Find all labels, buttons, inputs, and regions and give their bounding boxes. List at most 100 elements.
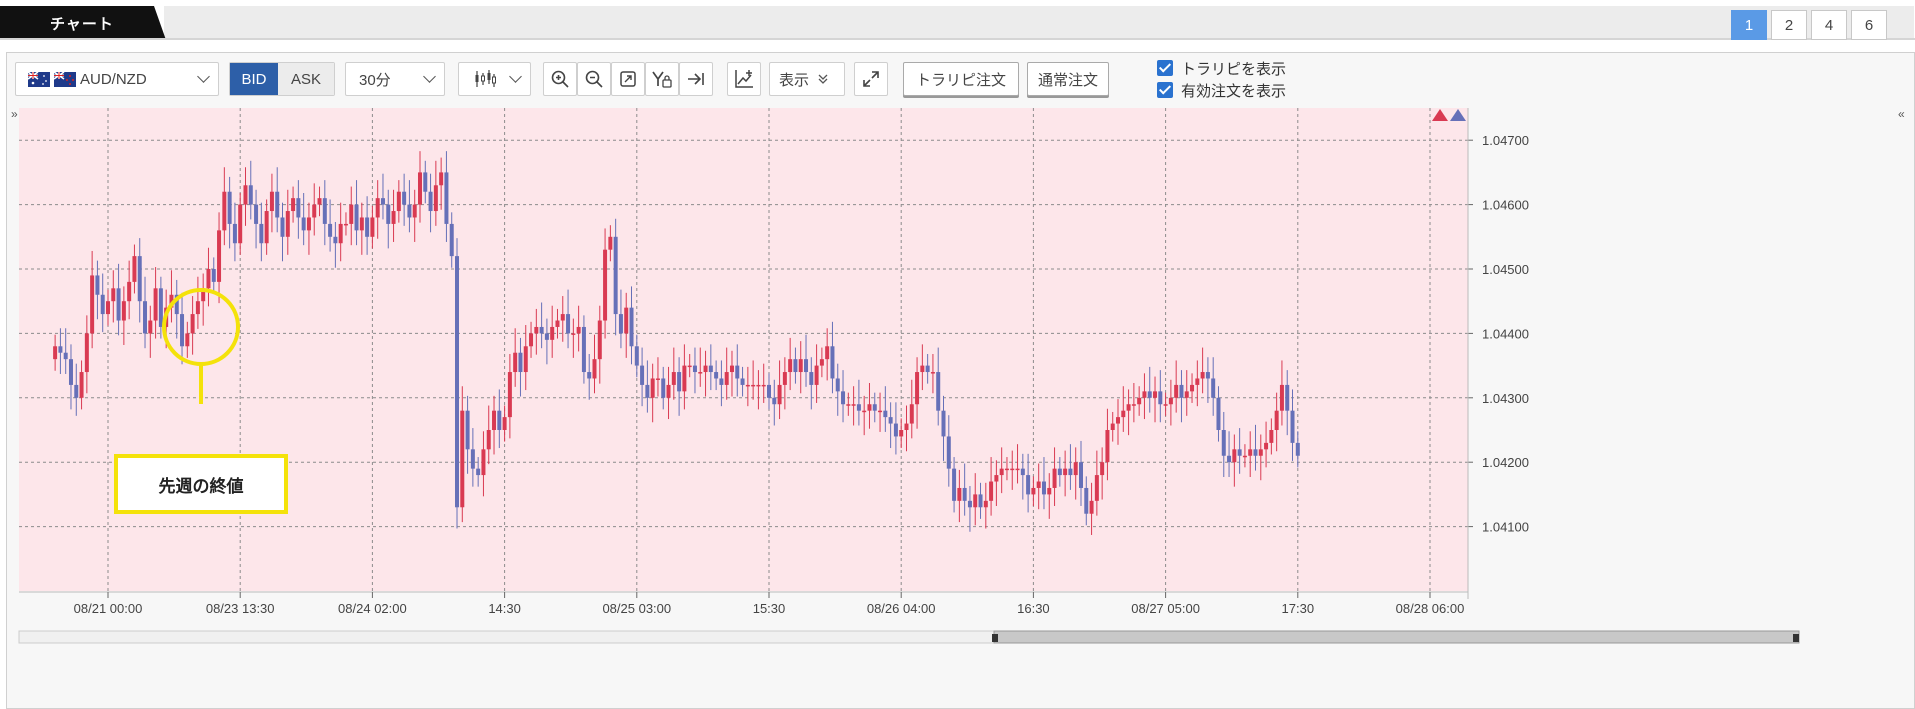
candle-body bbox=[264, 211, 269, 244]
candle-body bbox=[254, 204, 259, 224]
candle-body bbox=[677, 372, 682, 392]
candle-body bbox=[354, 204, 359, 231]
candle-body bbox=[322, 198, 327, 224]
candle-body bbox=[724, 372, 729, 385]
candle-body bbox=[1264, 442, 1269, 450]
layout-button-6[interactable]: 6 bbox=[1851, 10, 1887, 40]
candle-body bbox=[121, 301, 126, 321]
candle-body bbox=[132, 256, 137, 282]
candle-body bbox=[920, 365, 925, 373]
candle-body bbox=[841, 391, 846, 405]
candle-body bbox=[227, 191, 232, 224]
display-menu-button[interactable]: 表示 bbox=[769, 62, 845, 96]
candle-body bbox=[148, 320, 153, 334]
candle-body bbox=[502, 417, 507, 430]
indicator-button[interactable] bbox=[727, 62, 761, 96]
zoom-in-button[interactable] bbox=[543, 62, 577, 96]
layout-button-2[interactable]: 2 bbox=[1771, 10, 1807, 40]
candle-body bbox=[930, 372, 935, 374]
candle-body bbox=[793, 359, 798, 373]
candle-body bbox=[883, 410, 888, 418]
normal-order-button[interactable]: 通常注文 bbox=[1027, 62, 1109, 96]
candle-body bbox=[248, 185, 253, 205]
candle-body bbox=[550, 326, 555, 340]
candle-body bbox=[1200, 372, 1205, 379]
candle-body bbox=[95, 275, 100, 295]
candle-body bbox=[767, 384, 771, 398]
candle-body bbox=[1020, 468, 1025, 476]
candle-body bbox=[973, 494, 978, 508]
candle-body bbox=[772, 397, 777, 405]
candle-body bbox=[143, 301, 148, 334]
candle-body bbox=[1227, 455, 1232, 463]
candle-body bbox=[539, 326, 544, 334]
candle-body bbox=[116, 288, 121, 321]
candle-body bbox=[936, 372, 941, 411]
show-active-orders-checkbox[interactable]: 有効注文を表示 bbox=[1157, 81, 1286, 100]
zoom-out-button[interactable] bbox=[577, 62, 611, 96]
candle-body bbox=[655, 378, 660, 380]
y-lock-icon bbox=[652, 71, 672, 88]
candle-body bbox=[417, 172, 422, 205]
candle-body bbox=[1205, 372, 1210, 379]
candle-body bbox=[338, 223, 343, 244]
candle-body bbox=[1026, 475, 1031, 495]
candle-body bbox=[243, 185, 248, 205]
candle-body bbox=[370, 217, 375, 237]
range-scrollbar[interactable] bbox=[18, 630, 1800, 644]
candle-body bbox=[1232, 449, 1237, 463]
candle-body bbox=[862, 410, 867, 413]
symbol-select[interactable]: AUD/NZD bbox=[15, 62, 219, 96]
candle-body bbox=[729, 365, 734, 373]
candle-body bbox=[190, 314, 195, 334]
scroll-right-icon bbox=[688, 73, 704, 85]
scroll-latest-button[interactable] bbox=[679, 62, 713, 96]
candle-body bbox=[343, 223, 348, 226]
candle-body bbox=[708, 365, 713, 373]
candle-body bbox=[158, 288, 163, 327]
candle-body bbox=[1041, 481, 1046, 495]
chart-type-select[interactable] bbox=[458, 62, 531, 96]
candle-body bbox=[1116, 417, 1121, 424]
scrollbar-handle-left bbox=[992, 634, 998, 642]
candle-body bbox=[238, 204, 243, 244]
candle-body bbox=[941, 410, 946, 437]
show-trap-repeat-checkbox[interactable]: トラリピを表示 bbox=[1157, 59, 1286, 78]
layout-button-1[interactable]: 1 bbox=[1731, 10, 1767, 40]
x-tick-label: 16:30 bbox=[1017, 601, 1050, 616]
candle-body bbox=[1221, 430, 1226, 456]
candle-body bbox=[915, 372, 920, 405]
nz-flag-icon bbox=[54, 71, 76, 87]
fit-button[interactable] bbox=[611, 62, 645, 96]
candle-body bbox=[1211, 378, 1216, 398]
x-tick-label: 08/21 00:00 bbox=[74, 601, 143, 616]
candle-body bbox=[492, 410, 497, 430]
layout-button-4[interactable]: 4 bbox=[1811, 10, 1847, 40]
candle-body bbox=[1269, 430, 1274, 443]
candle-body bbox=[523, 346, 528, 373]
candle-body bbox=[867, 404, 872, 411]
y-lock-button[interactable] bbox=[645, 62, 679, 96]
tab-chart[interactable]: チャート bbox=[0, 6, 170, 40]
expand-button[interactable] bbox=[854, 62, 888, 96]
bid-button[interactable]: BID bbox=[230, 63, 278, 95]
candle-body bbox=[217, 230, 222, 282]
candle-body bbox=[301, 217, 306, 231]
ask-button[interactable]: ASK bbox=[278, 63, 334, 95]
candle-body bbox=[1110, 423, 1115, 430]
candle-body bbox=[206, 269, 211, 289]
candle-body bbox=[999, 468, 1004, 476]
candle-body bbox=[576, 326, 581, 334]
trap-repeat-order-button[interactable]: トラリピ注文 bbox=[903, 62, 1019, 96]
interval-select[interactable]: 30分 bbox=[345, 62, 445, 96]
candle-body bbox=[349, 204, 354, 224]
candle-body bbox=[714, 372, 719, 379]
candle-body bbox=[1258, 449, 1263, 456]
x-tick-label: 08/28 06:00 bbox=[1396, 601, 1465, 616]
candle-body bbox=[359, 217, 364, 231]
candle-body bbox=[835, 378, 840, 392]
candlestick-chart[interactable]: 1.04700 1.04600 1.04500 1.04400 1.04300 1.042… bbox=[7, 103, 1914, 708]
checkbox-checked-icon bbox=[1157, 60, 1173, 76]
candle-body bbox=[423, 172, 428, 192]
candle-body bbox=[1163, 404, 1168, 406]
